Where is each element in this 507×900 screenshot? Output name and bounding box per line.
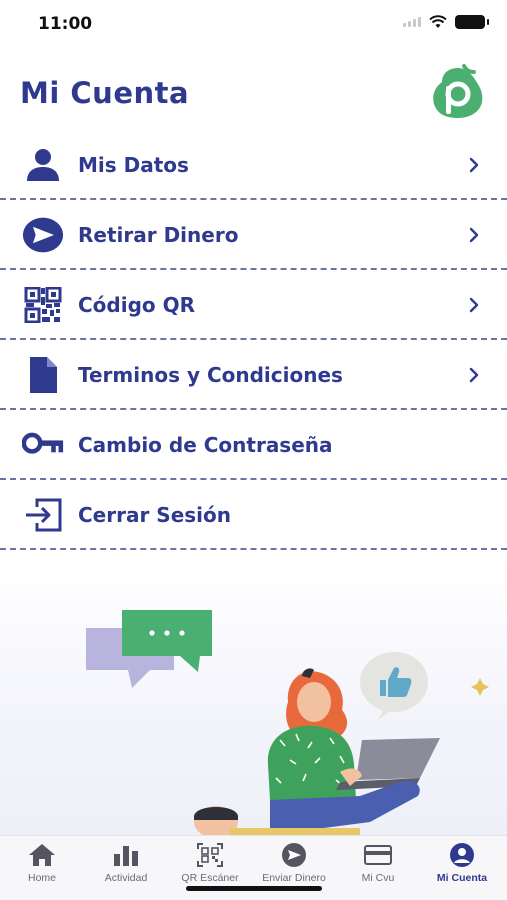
nav-home[interactable]: Home — [0, 842, 84, 892]
nav-label: Actividad — [104, 872, 148, 884]
nav-qr-escaner[interactable]: QR Escáner — [168, 842, 252, 892]
menu-item-retirar-dinero[interactable]: Retirar Dinero — [0, 200, 507, 270]
chevron-right-icon — [469, 157, 479, 173]
nav-label: Mi Cuenta — [436, 872, 488, 884]
logout-icon — [22, 495, 64, 535]
home-icon — [29, 844, 55, 866]
nav-label: Mi Cvu — [361, 872, 395, 884]
nav-label: QR Escáner — [181, 872, 239, 884]
status-icons — [403, 15, 489, 29]
chevron-right-icon — [469, 227, 479, 243]
document-icon — [22, 355, 64, 395]
menu-item-cambio-contrasena[interactable]: Cambio de Contraseña — [0, 410, 507, 480]
menu-item-codigo-qr[interactable]: Código QR — [0, 270, 507, 340]
nav-mi-cvu[interactable]: Mi Cvu — [336, 842, 420, 892]
send-icon — [22, 215, 64, 255]
chevron-right-icon — [469, 367, 479, 383]
menu-item-cerrar-sesion[interactable]: Cerrar Sesión — [0, 480, 507, 550]
menu-label: Retirar Dinero — [78, 223, 239, 247]
nav-actividad[interactable]: Actividad — [84, 842, 168, 892]
menu-label: Código QR — [78, 293, 196, 317]
qr-scanner-icon — [197, 843, 223, 867]
user-icon — [22, 145, 64, 185]
card-icon — [364, 845, 392, 865]
qr-code-icon — [22, 285, 64, 325]
wifi-icon — [429, 15, 447, 28]
send-icon — [282, 843, 306, 867]
menu-item-mis-datos[interactable]: Mis Datos — [0, 130, 507, 200]
decorative-illustration — [0, 560, 507, 835]
account-menu: Mis Datos Retirar Dinero Código QR Termi… — [0, 130, 507, 550]
person-with-laptop-illustration — [86, 610, 489, 835]
home-indicator — [186, 886, 322, 891]
nav-mi-cuenta[interactable]: Mi Cuenta — [420, 842, 504, 892]
account-icon — [450, 843, 474, 867]
menu-label: Cerrar Sesión — [78, 503, 231, 527]
bar-chart-icon — [114, 846, 138, 866]
chevron-right-icon — [469, 297, 479, 313]
status-time: 11:00 — [38, 14, 93, 34]
key-icon — [22, 425, 64, 465]
status-bar: 11:00 — [0, 0, 507, 50]
menu-label: Cambio de Contraseña — [78, 433, 333, 457]
nav-label: Enviar Dinero — [262, 872, 326, 884]
menu-label: Mis Datos — [78, 153, 189, 177]
page-title: Mi Cuenta — [20, 76, 190, 110]
battery-icon — [455, 15, 489, 29]
nav-label: Home — [27, 872, 56, 884]
brand-logo-icon — [433, 64, 483, 118]
nav-enviar-dinero[interactable]: Enviar Dinero — [252, 842, 336, 892]
menu-item-terminos[interactable]: Terminos y Condiciones — [0, 340, 507, 410]
signal-icon — [403, 17, 421, 27]
menu-label: Terminos y Condiciones — [78, 363, 343, 387]
